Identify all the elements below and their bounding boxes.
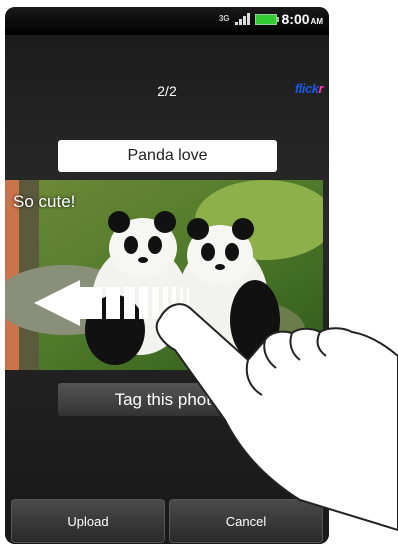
hand-pointer-icon	[155, 303, 398, 532]
swipe-gesture-illustration	[34, 280, 398, 532]
